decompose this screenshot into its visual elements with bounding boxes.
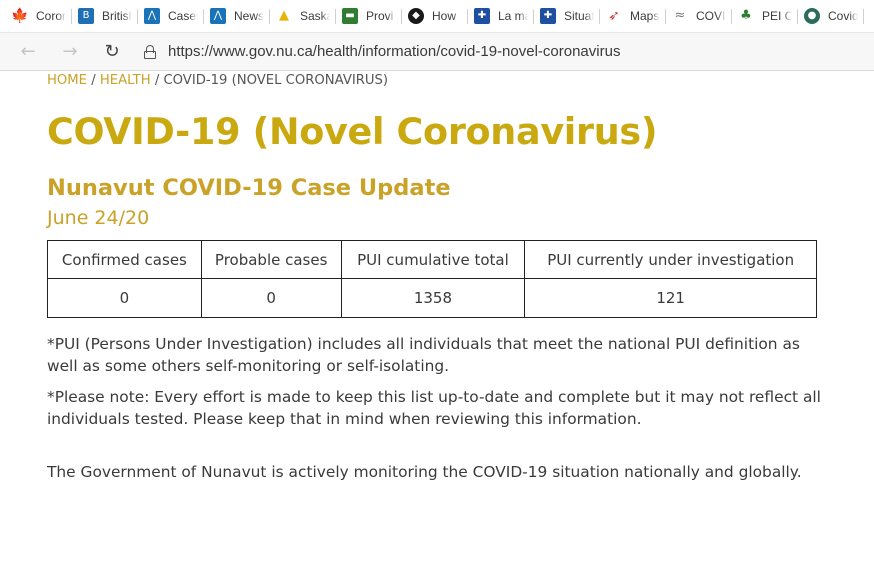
- tab-label: Provi: [366, 9, 394, 23]
- page-content: HOME / HEALTH / COVID-19 (NOVEL CORONAVI…: [47, 71, 827, 483]
- browser-tab[interactable]: ⋀ News: [204, 0, 270, 32]
- page-title: COVID-19 (Novel Coronavirus): [47, 110, 658, 153]
- tab-label: How: [432, 9, 457, 23]
- health-chart-icon: ⋀: [210, 8, 226, 24]
- table-header-pui-current: PUI currently under investigation: [524, 240, 817, 279]
- browser-tab[interactable]: ✚ La ma: [468, 0, 534, 32]
- tab-label: Situat: [564, 9, 594, 23]
- quebec-fleur-icon: ✚: [540, 8, 556, 24]
- tab-label: Cases: [168, 9, 198, 23]
- browser-tab[interactable]: ▬ Provi: [336, 0, 402, 32]
- pui-definition-note: *PUI (Persons Under Investigation) inclu…: [47, 335, 800, 375]
- disclaimer-note: *Please note: Every effort is made to ke…: [47, 388, 821, 428]
- table-header-row: Confirmed cases Probable cases PUI cumul…: [47, 240, 817, 279]
- update-date: June 24/20: [47, 207, 150, 229]
- url-text[interactable]: https://www.gov.nu.ca/health/information…: [168, 43, 620, 60]
- yukon-icon: ●: [804, 8, 820, 24]
- breadcrumb: HOME / HEALTH / COVID-19 (NOVEL CORONAVI…: [47, 73, 827, 88]
- table-cell-pui-total: 1358: [340, 278, 526, 318]
- breadcrumb-separator: /: [87, 73, 100, 88]
- quebec-fleur-icon: ✚: [474, 8, 490, 24]
- table-cell-pui-current: 121: [524, 278, 817, 318]
- saskatchewan-icon: ▲: [279, 8, 289, 23]
- newfoundland-icon: ≈: [674, 8, 686, 23]
- browser-tab[interactable]: ● Covid: [798, 0, 864, 32]
- ontario-icon: ◆: [408, 8, 424, 24]
- browser-tab[interactable]: B British: [72, 0, 138, 32]
- tab-label: Saska: [300, 9, 330, 23]
- breadcrumb-separator: /: [150, 73, 164, 88]
- tab-label: News: [234, 9, 264, 23]
- browser-tab[interactable]: ▲ Saska: [270, 0, 336, 32]
- monitoring-statement: The Government of Nunavut is actively mo…: [47, 463, 802, 481]
- breadcrumb-current: COVID-19 (NOVEL CORONAVIRUS): [163, 73, 389, 88]
- case-update-heading: Nunavut COVID-19 Case Update: [47, 175, 451, 201]
- browser-toolbar: ← → ↻ https://www.gov.nu.ca/health/infor…: [0, 33, 874, 71]
- table-header-confirmed: Confirmed cases: [47, 240, 202, 279]
- tab-label: COVII: [696, 9, 726, 23]
- tab-label: Covid: [828, 9, 858, 23]
- breadcrumb-health-link[interactable]: HEALTH: [100, 73, 151, 88]
- lock-icon: [144, 44, 156, 59]
- tab-label: La ma: [498, 9, 528, 23]
- browser-tab[interactable]: ◆ How: [402, 0, 468, 32]
- browser-tab[interactable]: ✚ Situat: [534, 0, 600, 32]
- table-header-probable: Probable cases: [200, 240, 342, 279]
- browser-tab[interactable]: ⋀ Cases: [138, 0, 204, 32]
- table-header-pui-total: PUI cumulative total: [340, 240, 526, 279]
- tab-label: British: [102, 9, 132, 23]
- tab-label: PEI C: [762, 9, 792, 23]
- address-bar[interactable]: https://www.gov.nu.ca/health/information…: [144, 37, 874, 67]
- table-cell-confirmed: 0: [47, 278, 202, 318]
- table-cell-probable: 0: [200, 278, 342, 318]
- tab-label: Maps: [630, 9, 660, 23]
- pei-icon: ♣: [740, 8, 752, 23]
- browser-tab[interactable]: ≈ COVII: [666, 0, 732, 32]
- forward-arrow-icon[interactable]: →: [60, 41, 80, 62]
- browser-tab-strip: 🍁 Coron B British ⋀ Cases ⋀ News ▲ Saska…: [0, 0, 874, 33]
- breadcrumb-home-link[interactable]: HOME: [47, 73, 87, 88]
- maple-leaf-icon: 🍁: [11, 8, 29, 24]
- bc-gov-icon: B: [78, 8, 94, 24]
- tab-label: Coron: [36, 9, 66, 23]
- manitoba-icon: ▬: [342, 8, 358, 24]
- browser-tab[interactable]: 🍁 Coron: [6, 0, 72, 32]
- table-row: 0 0 1358 121: [47, 278, 817, 318]
- maps-icon: ➶: [608, 8, 620, 24]
- case-table: Confirmed cases Probable cases PUI cumul…: [47, 240, 817, 318]
- browser-tab[interactable]: ♣ PEI C: [732, 0, 798, 32]
- reload-icon[interactable]: ↻: [102, 41, 122, 62]
- browser-tab[interactable]: ➶ Maps: [600, 0, 666, 32]
- back-arrow-icon[interactable]: ←: [18, 41, 38, 62]
- health-chart-icon: ⋀: [144, 8, 160, 24]
